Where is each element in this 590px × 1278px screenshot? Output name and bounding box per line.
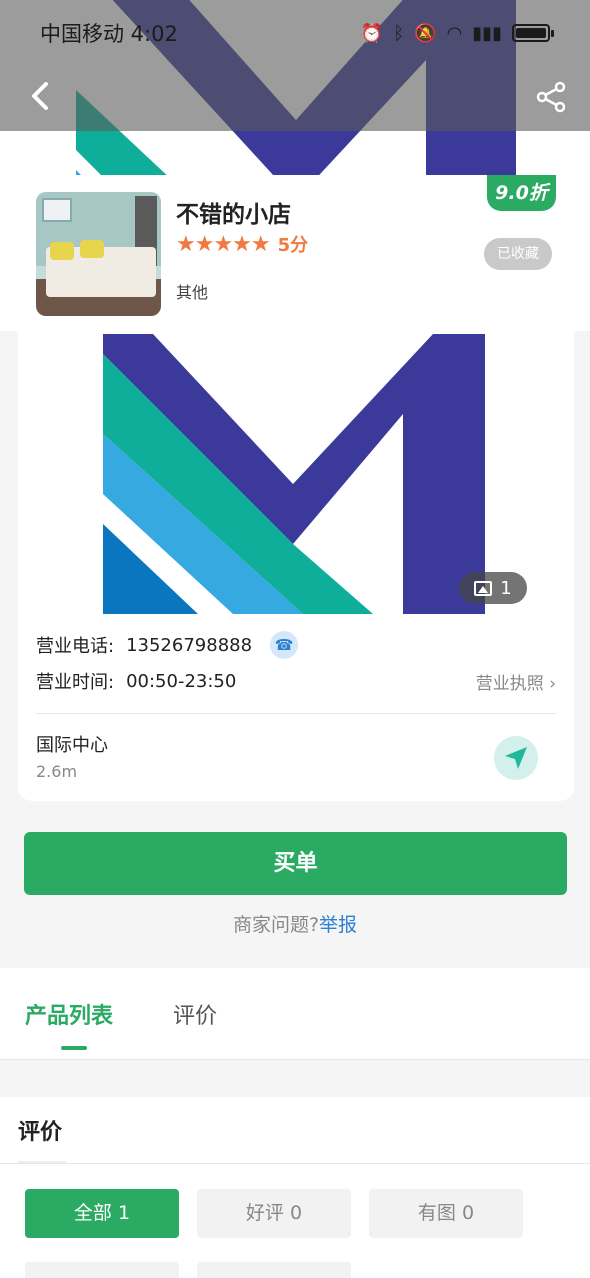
store-category: 其他	[176, 283, 209, 302]
phone-row: 营业电话: 13526798888 ☎	[36, 631, 299, 659]
carrier-time: 中国移动 4:02	[40, 22, 178, 46]
divider	[0, 1163, 590, 1164]
share-button[interactable]	[534, 80, 568, 114]
rating-score: 5分	[277, 235, 309, 256]
license-label: 营业执照	[475, 673, 544, 694]
wifi-icon: ◠	[446, 22, 463, 44]
status-bar: 中国移动 4:02 ⏰ ᛒ 🔕 ◠ ▮▮▮	[0, 0, 590, 66]
alarm-icon: ⏰	[360, 22, 384, 44]
hours-label: 营业时间:	[36, 672, 115, 693]
store-distance: 2.6m	[36, 762, 78, 781]
rating-stars-icon: ★★★★★	[176, 231, 271, 257]
divider	[36, 713, 556, 714]
tab-products[interactable]: 产品列表	[25, 998, 113, 1030]
business-hours: 00:50-23:50	[126, 670, 237, 692]
navigate-button[interactable]	[494, 736, 538, 780]
photo-count: 1	[500, 577, 512, 599]
license-link[interactable]: 营业执照 ›	[476, 669, 556, 694]
report-link[interactable]: 举报	[319, 914, 357, 936]
store-name: 不错的小店	[176, 202, 291, 228]
reviews-title: 评价	[18, 1120, 63, 1145]
navigation-arrow-icon	[505, 747, 527, 769]
battery-icon	[512, 24, 554, 42]
filter-positive[interactable]: 好评 0	[197, 1189, 351, 1238]
bluetooth-icon: ᛒ	[393, 22, 405, 44]
status-icons: ⏰ ᛒ 🔕 ◠ ▮▮▮	[360, 22, 554, 44]
store-gallery-image[interactable]	[103, 334, 485, 614]
store-address: 国际中心	[36, 735, 108, 756]
store-thumbnail[interactable]	[36, 192, 161, 316]
back-button[interactable]	[24, 78, 60, 114]
chevron-left-icon	[32, 82, 48, 110]
hours-row: 营业时间: 00:50-23:50 营业执照 ›	[36, 668, 556, 694]
filter-chip[interactable]	[197, 1262, 351, 1278]
tab-reviews[interactable]: 评价	[173, 998, 217, 1030]
chevron-right-icon: ›	[543, 673, 556, 694]
filter-all[interactable]: 全部 1	[25, 1189, 179, 1238]
phone-call-icon[interactable]: ☎	[270, 631, 299, 659]
photo-count-badge[interactable]: 1	[459, 572, 527, 604]
favorite-button[interactable]: 已收藏	[484, 238, 552, 270]
pay-button[interactable]: 买单	[24, 832, 567, 895]
phone-number[interactable]: 13526798888	[126, 635, 252, 656]
reviews-section: 评价 全部 1 好评 0 有图 0	[0, 1097, 590, 1278]
content-tabs: 产品列表 评价	[0, 968, 590, 1060]
4g-signal-icon: ▮▮▮	[472, 22, 502, 44]
store-info-card: 1 营业电话: 13526798888 ☎ 营业时间: 00:50-23:50 …	[18, 331, 574, 801]
phone-label: 营业电话:	[36, 636, 115, 657]
store-rating: ★★★★★ 5分	[176, 231, 308, 257]
filter-with-photos[interactable]: 有图 0	[369, 1189, 523, 1238]
report-prefix: 商家问题?	[232, 914, 320, 936]
discount-badge: 9.0折	[487, 175, 556, 211]
store-summary-card: 不错的小店 ★★★★★ 5分 其他 9.0折 已收藏	[0, 175, 590, 331]
tab-active-indicator	[61, 1046, 87, 1050]
share-icon	[536, 81, 566, 113]
filter-chip[interactable]	[25, 1262, 179, 1278]
mute-icon: 🔕	[414, 22, 437, 44]
image-icon	[474, 580, 493, 596]
report-line: 商家问题?举报	[0, 910, 590, 937]
